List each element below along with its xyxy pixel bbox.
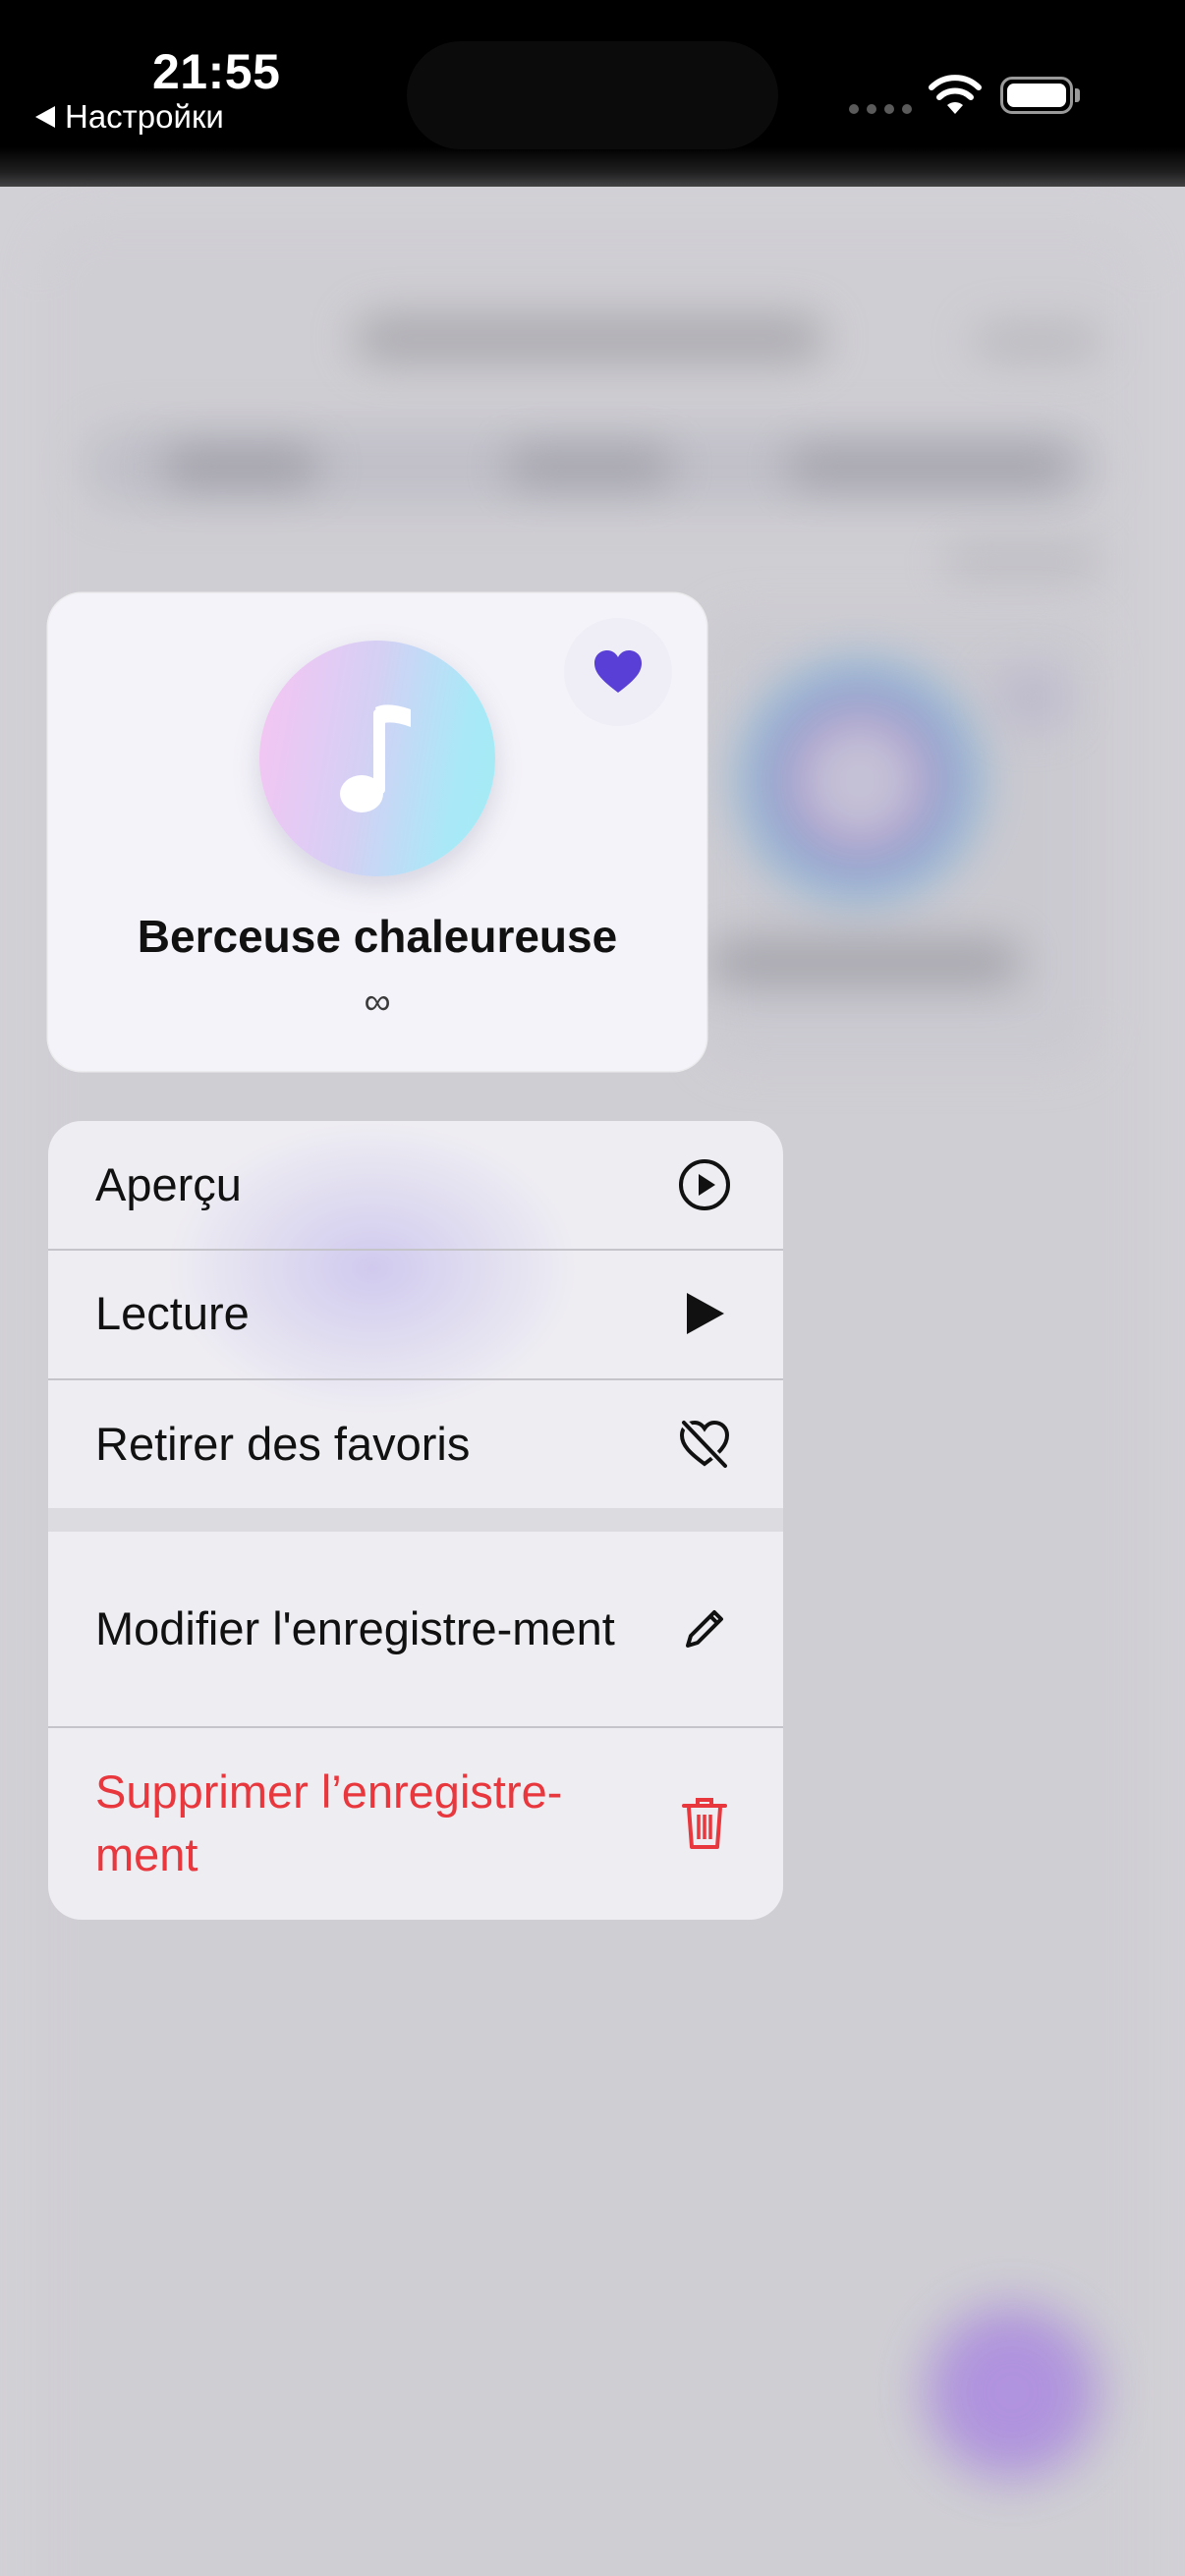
floating-action-button (924, 2304, 1100, 2481)
trash-icon (677, 1796, 732, 1851)
status-time: 21:55 (152, 44, 281, 99)
wifi-icon (929, 75, 982, 114)
heart-slash-icon (677, 1417, 732, 1472)
battery-icon (1000, 77, 1073, 114)
sound-preview-card[interactable]: Berceuse chaleureuse ∞ (48, 593, 706, 1071)
sound-title: Berceuse chaleureuse (137, 911, 618, 962)
favorite-badge[interactable] (564, 618, 672, 726)
music-note-icon (340, 704, 411, 812)
back-link-label: Настройки (65, 98, 224, 135)
back-to-settings-link[interactable]: Настройки (35, 98, 224, 136)
heart-filled-icon (594, 650, 642, 693)
play-icon (677, 1286, 732, 1341)
sound-artwork (259, 641, 495, 876)
menu-item-preview[interactable]: Aperçu (48, 1121, 783, 1249)
dynamic-island (407, 41, 778, 149)
signal-dots-icon (849, 104, 912, 114)
menu-item-delete-recording[interactable]: Supprimer l’enregistre-ment (48, 1727, 783, 1920)
sound-duration: ∞ (364, 981, 391, 1023)
back-arrow-icon (35, 106, 55, 128)
context-menu: Aperçu Lecture Retirer des favoris Modif… (48, 1121, 783, 1920)
pencil-icon (677, 1601, 732, 1656)
menu-item-edit-recording[interactable]: Modifier l'enregistre-ment (48, 1532, 783, 1726)
menu-item-remove-favorite[interactable]: Retirer des favoris (48, 1379, 783, 1508)
menu-item-play[interactable]: Lecture (48, 1250, 783, 1377)
play-circle-icon (677, 1157, 732, 1212)
